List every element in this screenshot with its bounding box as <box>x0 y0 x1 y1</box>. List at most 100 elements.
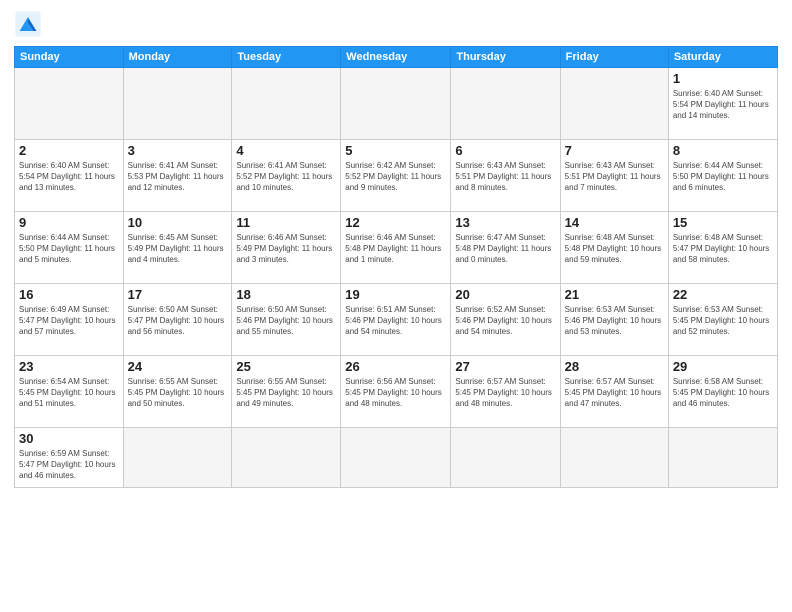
day-header-tuesday: Tuesday <box>232 47 341 68</box>
day-info: Sunrise: 6:56 AM Sunset: 5:45 PM Dayligh… <box>345 376 446 410</box>
day-number: 14 <box>565 215 664 230</box>
calendar-table: SundayMondayTuesdayWednesdayThursdayFrid… <box>14 46 778 488</box>
calendar-cell: 18Sunrise: 6:50 AM Sunset: 5:46 PM Dayli… <box>232 284 341 356</box>
calendar-cell: 3 Sunrise: 6:41 AM Sunset: 5:53 PM Daylig… <box>123 140 232 212</box>
day-number: 6 <box>455 143 555 158</box>
calendar-week-5: 30 Sunrise: 6:59 AM Sunset: 5:47 PM Dayli… <box>15 428 778 488</box>
calendar-cell <box>123 428 232 488</box>
day-number: 13 <box>455 215 555 230</box>
calendar-cell: 27 Sunrise: 6:57 AM Sunset: 5:45 PM Dayli… <box>451 356 560 428</box>
day-number: 26 <box>345 359 446 374</box>
calendar-cell <box>341 428 451 488</box>
day-info: Sunrise: 6:44 AM Sunset: 5:50 PM Dayligh… <box>673 160 773 194</box>
calendar-cell: 9Sunrise: 6:44 AM Sunset: 5:50 PM Daylig… <box>15 212 124 284</box>
day-info: Sunrise: 6:50 AM Sunset: 5:46 PM Dayligh… <box>236 304 336 338</box>
calendar-cell <box>15 68 124 140</box>
calendar-cell: 4Sunrise: 6:41 AM Sunset: 5:52 PM Daylig… <box>232 140 341 212</box>
day-info: Sunrise: 6:57 AM Sunset: 5:45 PM Dayligh… <box>455 376 555 410</box>
day-info: Sunrise: 6:48 AM Sunset: 5:47 PM Dayligh… <box>673 232 773 266</box>
day-info: Sunrise: 6:41 AM Sunset: 5:53 PM Dayligh… <box>128 160 228 194</box>
day-number: 24 <box>128 359 228 374</box>
day-number: 30 <box>19 431 119 446</box>
day-header-monday: Monday <box>123 47 232 68</box>
day-number: 29 <box>673 359 773 374</box>
logo <box>14 10 46 38</box>
day-number: 20 <box>455 287 555 302</box>
day-info: Sunrise: 6:44 AM Sunset: 5:50 PM Dayligh… <box>19 232 119 266</box>
day-number: 25 <box>236 359 336 374</box>
calendar-cell: 21 Sunrise: 6:53 AM Sunset: 5:46 PM Dayli… <box>560 284 668 356</box>
day-info: Sunrise: 6:57 AM Sunset: 5:45 PM Dayligh… <box>565 376 664 410</box>
calendar-cell: 8 Sunrise: 6:44 AM Sunset: 5:50 PM Daylig… <box>668 140 777 212</box>
day-info: Sunrise: 6:53 AM Sunset: 5:46 PM Dayligh… <box>565 304 664 338</box>
logo-icon <box>14 10 42 38</box>
calendar-cell: 30 Sunrise: 6:59 AM Sunset: 5:47 PM Dayli… <box>15 428 124 488</box>
calendar-cell: 11Sunrise: 6:46 AM Sunset: 5:49 PM Dayli… <box>232 212 341 284</box>
day-info: Sunrise: 6:47 AM Sunset: 5:48 PM Dayligh… <box>455 232 555 266</box>
day-info: Sunrise: 6:58 AM Sunset: 5:45 PM Dayligh… <box>673 376 773 410</box>
calendar-cell <box>123 68 232 140</box>
calendar-week-4: 23 Sunrise: 6:54 AM Sunset: 5:45 PM Dayli… <box>15 356 778 428</box>
calendar-cell <box>560 428 668 488</box>
calendar-cell <box>232 428 341 488</box>
day-number: 21 <box>565 287 664 302</box>
day-info: Sunrise: 6:55 AM Sunset: 5:45 PM Dayligh… <box>128 376 228 410</box>
calendar-cell: 15 Sunrise: 6:48 AM Sunset: 5:47 PM Dayli… <box>668 212 777 284</box>
day-info: Sunrise: 6:54 AM Sunset: 5:45 PM Dayligh… <box>19 376 119 410</box>
day-info: Sunrise: 6:55 AM Sunset: 5:45 PM Dayligh… <box>236 376 336 410</box>
calendar-cell <box>451 428 560 488</box>
day-info: Sunrise: 6:53 AM Sunset: 5:45 PM Dayligh… <box>673 304 773 338</box>
day-number: 2 <box>19 143 119 158</box>
calendar-cell: 26 Sunrise: 6:56 AM Sunset: 5:45 PM Dayli… <box>341 356 451 428</box>
day-number: 1 <box>673 71 773 86</box>
calendar-cell: 22 Sunrise: 6:53 AM Sunset: 5:45 PM Dayli… <box>668 284 777 356</box>
day-info: Sunrise: 6:43 AM Sunset: 5:51 PM Dayligh… <box>565 160 664 194</box>
day-header-sunday: Sunday <box>15 47 124 68</box>
day-info: Sunrise: 6:45 AM Sunset: 5:49 PM Dayligh… <box>128 232 228 266</box>
calendar-cell: 16Sunrise: 6:49 AM Sunset: 5:47 PM Dayli… <box>15 284 124 356</box>
calendar-cell: 6Sunrise: 6:43 AM Sunset: 5:51 PM Daylig… <box>451 140 560 212</box>
day-info: Sunrise: 6:51 AM Sunset: 5:46 PM Dayligh… <box>345 304 446 338</box>
day-number: 15 <box>673 215 773 230</box>
calendar-week-1: 2 Sunrise: 6:40 AM Sunset: 5:54 PM Daylig… <box>15 140 778 212</box>
calendar-cell: 12Sunrise: 6:46 AM Sunset: 5:48 PM Dayli… <box>341 212 451 284</box>
day-number: 10 <box>128 215 228 230</box>
day-number: 17 <box>128 287 228 302</box>
day-info: Sunrise: 6:40 AM Sunset: 5:54 PM Dayligh… <box>19 160 119 194</box>
day-header-friday: Friday <box>560 47 668 68</box>
day-number: 4 <box>236 143 336 158</box>
day-info: Sunrise: 6:52 AM Sunset: 5:46 PM Dayligh… <box>455 304 555 338</box>
calendar-cell: 10 Sunrise: 6:45 AM Sunset: 5:49 PM Dayli… <box>123 212 232 284</box>
day-number: 3 <box>128 143 228 158</box>
day-number: 7 <box>565 143 664 158</box>
calendar-week-2: 9Sunrise: 6:44 AM Sunset: 5:50 PM Daylig… <box>15 212 778 284</box>
calendar-cell: 14 Sunrise: 6:48 AM Sunset: 5:48 PM Dayli… <box>560 212 668 284</box>
calendar-cell: 24 Sunrise: 6:55 AM Sunset: 5:45 PM Dayli… <box>123 356 232 428</box>
day-info: Sunrise: 6:46 AM Sunset: 5:49 PM Dayligh… <box>236 232 336 266</box>
day-number: 22 <box>673 287 773 302</box>
day-info: Sunrise: 6:50 AM Sunset: 5:47 PM Dayligh… <box>128 304 228 338</box>
calendar-cell: 2 Sunrise: 6:40 AM Sunset: 5:54 PM Daylig… <box>15 140 124 212</box>
calendar-week-3: 16Sunrise: 6:49 AM Sunset: 5:47 PM Dayli… <box>15 284 778 356</box>
day-number: 23 <box>19 359 119 374</box>
day-number: 5 <box>345 143 446 158</box>
header <box>14 10 778 38</box>
day-header-thursday: Thursday <box>451 47 560 68</box>
day-header-wednesday: Wednesday <box>341 47 451 68</box>
calendar-header-row: SundayMondayTuesdayWednesdayThursdayFrid… <box>15 47 778 68</box>
day-header-saturday: Saturday <box>668 47 777 68</box>
day-info: Sunrise: 6:46 AM Sunset: 5:48 PM Dayligh… <box>345 232 446 266</box>
day-number: 27 <box>455 359 555 374</box>
calendar-cell <box>668 428 777 488</box>
calendar-cell: 20 Sunrise: 6:52 AM Sunset: 5:46 PM Dayli… <box>451 284 560 356</box>
calendar-page: SundayMondayTuesdayWednesdayThursdayFrid… <box>0 0 792 612</box>
calendar-cell: 25 Sunrise: 6:55 AM Sunset: 5:45 PM Dayli… <box>232 356 341 428</box>
calendar-cell <box>232 68 341 140</box>
day-number: 8 <box>673 143 773 158</box>
day-info: Sunrise: 6:48 AM Sunset: 5:48 PM Dayligh… <box>565 232 664 266</box>
day-info: Sunrise: 6:42 AM Sunset: 5:52 PM Dayligh… <box>345 160 446 194</box>
calendar-cell: 29 Sunrise: 6:58 AM Sunset: 5:45 PM Dayli… <box>668 356 777 428</box>
day-info: Sunrise: 6:59 AM Sunset: 5:47 PM Dayligh… <box>19 448 119 482</box>
calendar-week-0: 1Sunrise: 6:40 AM Sunset: 5:54 PM Daylig… <box>15 68 778 140</box>
calendar-cell: 5 Sunrise: 6:42 AM Sunset: 5:52 PM Daylig… <box>341 140 451 212</box>
